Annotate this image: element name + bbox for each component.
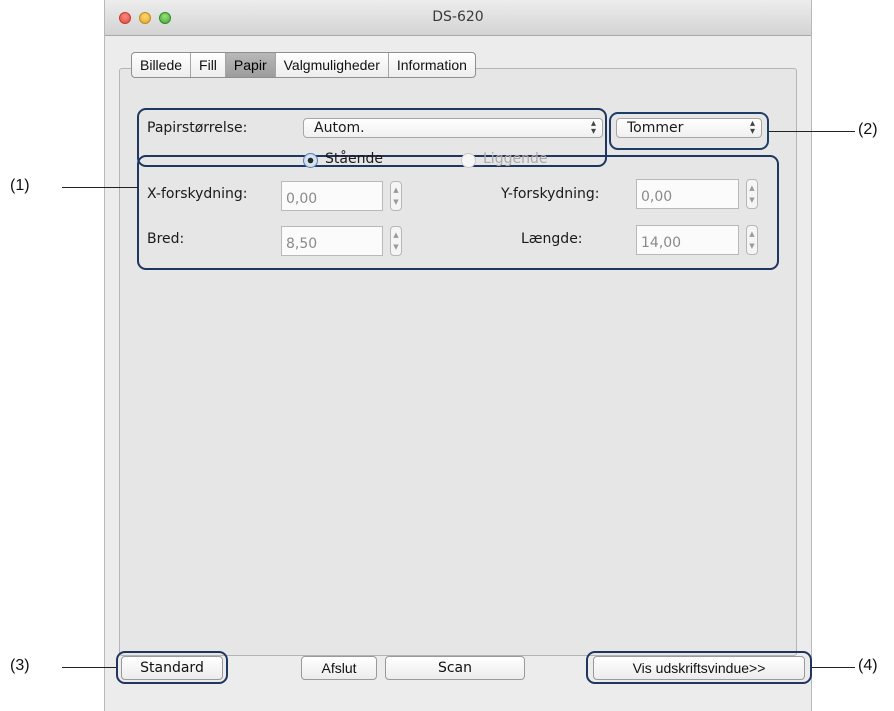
annotation-4-line [812, 667, 855, 668]
annotation-4-label: (4) [858, 657, 878, 674]
preview-button[interactable]: Vis udskriftsvindue>> [593, 656, 805, 680]
annotation-1-line [62, 187, 138, 188]
scan-button[interactable]: Scan [385, 656, 525, 680]
width-label: Bred: [147, 231, 185, 247]
tab-fill[interactable]: Fill [191, 53, 226, 77]
paper-size-label: Papirstørrelse: [147, 120, 248, 136]
tab-information[interactable]: Information [389, 53, 475, 77]
annotation-3-label: (3) [10, 657, 30, 674]
landscape-label: Liggende [483, 151, 548, 167]
length-stepper[interactable]: ▲ ▼ [746, 225, 758, 255]
annotation-2-label: (2) [858, 121, 878, 138]
title-bar: DS-620 [105, 0, 811, 36]
annotation-3-line [62, 667, 116, 668]
y-offset-field[interactable]: 0,00 [636, 179, 739, 209]
annotation-2-line [769, 131, 855, 132]
window-title: DS-620 [432, 9, 484, 25]
y-offset-label: Y-forskydning: [501, 186, 600, 202]
tab-bar: Billede Fill Papir Valgmuligheder Inform… [131, 52, 476, 78]
paper-size-value: Autom. [314, 120, 365, 136]
y-offset-stepper[interactable]: ▲ ▼ [746, 179, 758, 209]
close-button[interactable]: Afslut [301, 656, 377, 680]
portrait-label: Stående [325, 151, 383, 167]
scanner-window: DS-620 [104, 0, 812, 711]
portrait-radio[interactable] [303, 153, 318, 168]
annotation-1-label: (1) [10, 177, 30, 194]
length-label: Længde: [521, 231, 583, 247]
x-offset-stepper[interactable]: ▲ ▼ [390, 181, 402, 211]
width-stepper[interactable]: ▲ ▼ [390, 226, 402, 256]
tab-valgmuligheder[interactable]: Valgmuligheder [276, 53, 389, 77]
length-field[interactable]: 14,00 [636, 225, 739, 255]
landscape-radio[interactable] [461, 153, 476, 168]
unit-value: Tommer [627, 120, 684, 136]
select-arrows-icon: ▴ ▾ [749, 118, 755, 137]
width-field[interactable]: 8,50 [281, 226, 383, 256]
tab-billede[interactable]: Billede [132, 53, 192, 77]
x-offset-label: X-forskydning: [147, 186, 248, 202]
paper-size-select[interactable]: Autom. ▴ ▾ [303, 118, 603, 138]
tab-papir[interactable]: Papir [225, 53, 276, 77]
standard-button[interactable]: Standard [121, 656, 223, 680]
x-offset-field[interactable]: 0,00 [281, 181, 383, 211]
select-arrows-icon: ▴ ▾ [590, 118, 596, 137]
unit-select[interactable]: Tommer ▴ ▾ [616, 118, 762, 138]
